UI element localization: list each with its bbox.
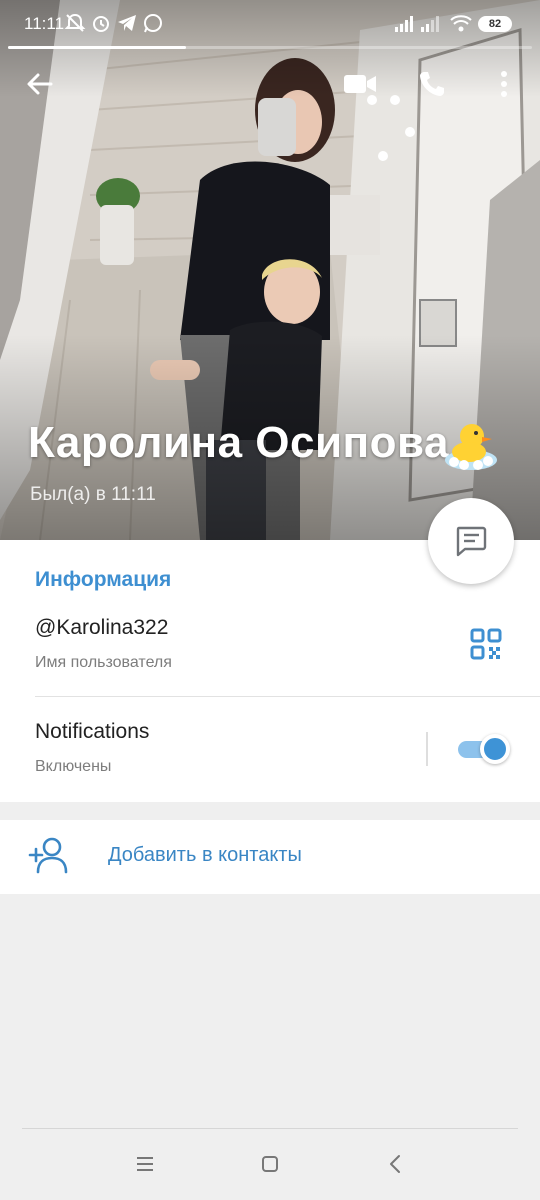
send-message-button[interactable]: [428, 498, 514, 584]
battery-level: 82: [488, 18, 502, 30]
notifications-status: Включены: [35, 758, 112, 775]
username-value[interactable]: @Karolina322: [35, 616, 168, 640]
divider: [35, 696, 540, 697]
add-user-icon: [28, 837, 68, 874]
username-caption: Имя пользователя: [35, 654, 172, 671]
status-time: 11:11: [24, 14, 65, 33]
notifications-toggle[interactable]: [456, 734, 510, 764]
video-call-icon: [344, 75, 376, 93]
last-seen-status: Был(а) в 11:11: [30, 484, 156, 505]
add-contact-row[interactable]: Добавить в контакты: [0, 820, 540, 894]
wifi-icon: [450, 15, 472, 32]
telegram-icon: [118, 15, 136, 31]
section-title: Информация: [35, 568, 172, 591]
system-back-button[interactable]: [379, 1148, 411, 1180]
nav-divider: [22, 1128, 518, 1129]
notifications-title: Notifications: [35, 720, 150, 743]
phone-icon: [420, 72, 444, 96]
home-square-icon: [262, 1156, 278, 1172]
message-icon: [456, 526, 487, 557]
qr-code-icon: [470, 628, 502, 660]
recent-apps-button[interactable]: [129, 1148, 161, 1180]
menu-icon: [137, 1157, 153, 1171]
duck-in-bath-emoji: [445, 424, 497, 470]
vertical-separator: [426, 732, 428, 766]
back-arrow-icon: [27, 73, 53, 95]
qr-code-button[interactable]: [466, 624, 506, 664]
back-button[interactable]: [18, 62, 62, 106]
mute-bell-icon: [64, 13, 86, 32]
more-button[interactable]: [482, 62, 526, 106]
home-button[interactable]: [254, 1148, 286, 1180]
back-chevron-icon: [390, 1155, 400, 1173]
profile-name: Каролина Осипова: [28, 418, 449, 467]
add-contact-label: Добавить в контакты: [108, 844, 302, 866]
toggle-knob: [480, 734, 510, 764]
call-button[interactable]: [410, 62, 454, 106]
story-progress-bar: [8, 46, 532, 49]
battery-icon: 82: [478, 16, 512, 32]
more-vert-icon: [501, 71, 507, 97]
whatsapp-icon: [144, 14, 162, 33]
signal-icon: [395, 16, 413, 32]
signal-icon: [421, 16, 439, 32]
status-bar: 11:11 82: [0, 0, 540, 49]
alarm-icon: [93, 16, 109, 32]
video-call-button[interactable]: [338, 62, 382, 106]
story-progress-fill: [8, 46, 187, 49]
